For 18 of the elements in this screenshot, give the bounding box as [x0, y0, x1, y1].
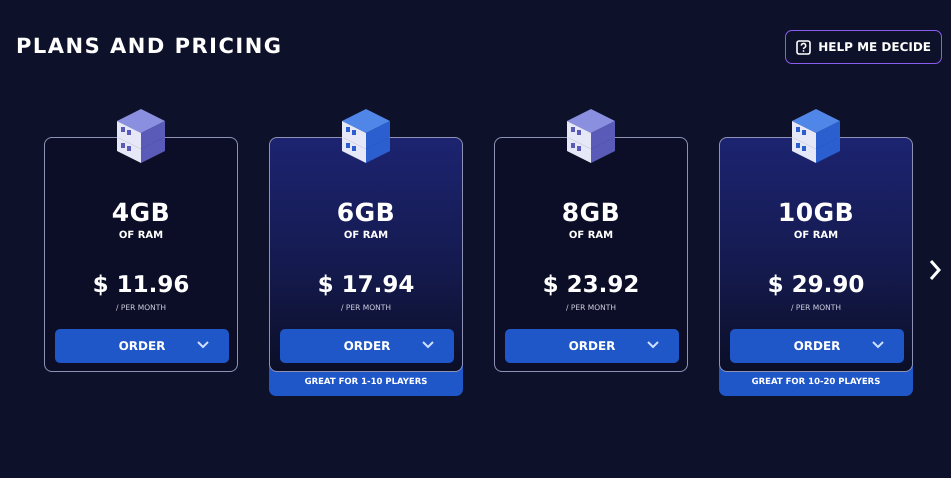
ram-size: 10GB: [778, 200, 854, 225]
ram-size: 8GB: [562, 200, 620, 225]
order-button[interactable]: ORDER: [730, 329, 904, 363]
ram-size: 4GB: [112, 200, 170, 225]
ram-label: OF RAM: [568, 231, 614, 241]
order-button[interactable]: ORDER: [55, 329, 229, 363]
order-button[interactable]: ORDER: [280, 329, 454, 363]
help-button[interactable]: HELP ME DECIDE: [785, 30, 942, 64]
plan-price: $ 11.96: [92, 274, 190, 297]
order-button[interactable]: ORDER: [505, 329, 679, 363]
ram-label: OF RAM: [118, 231, 164, 241]
ram-label: OF RAM: [794, 231, 838, 241]
ram-label: OF RAM: [344, 231, 388, 241]
ram-size: 6GB: [336, 200, 396, 225]
page-title: PLANS AND PRICING: [16, 34, 283, 60]
plan-price: $ 23.92: [542, 274, 640, 297]
plan-price: $ 29.90: [768, 274, 864, 297]
plan-price: $ 17.94: [318, 274, 414, 297]
